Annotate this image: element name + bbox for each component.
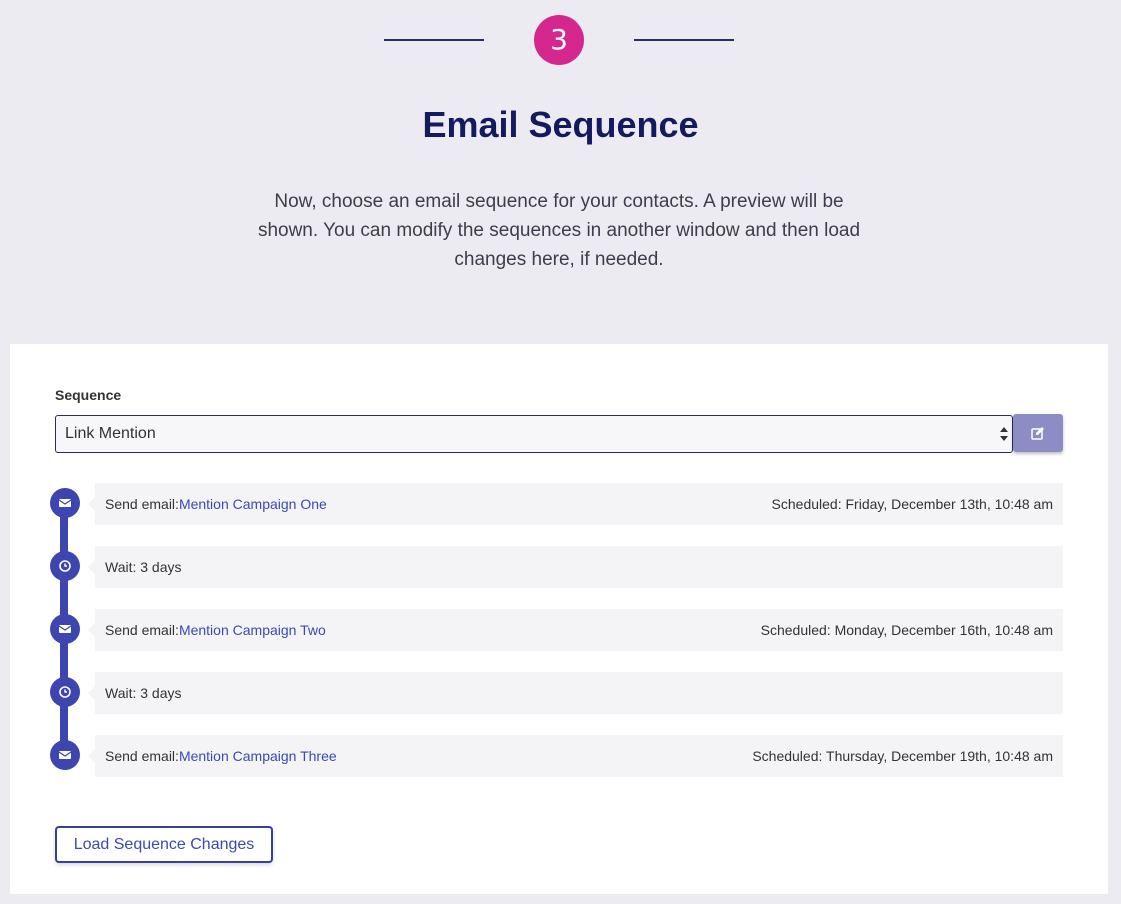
timeline-item: Send email:Mention Campaign Three Schedu… [88,735,1063,777]
step-number-badge: 3 [534,15,584,65]
sequence-select[interactable]: Link Mention [55,415,1013,453]
timeline-node-wait [50,677,80,707]
page-title: Email Sequence [422,104,699,145]
send-email-prefix: Send email: [105,622,179,638]
timeline-node-email [50,740,80,770]
step-header: 3 Email Sequence Now, choose an email se… [0,0,1121,344]
timeline-node-email [50,488,80,518]
campaign-link[interactable]: Mention Campaign Three [179,748,337,764]
load-sequence-changes-button[interactable]: Load Sequence Changes [55,826,273,863]
sequence-label: Sequence [55,387,122,403]
clock-icon [59,686,71,698]
sequence-select-value: Link Mention [65,425,156,442]
envelope-icon [58,499,72,507]
sequence-card: Sequence Link Mention Send email:Mention… [10,344,1108,894]
timeline-item: Send email:Mention Campaign Two Schedule… [88,609,1063,651]
timeline-item-text: Send email:Mention Campaign Two [105,609,326,651]
campaign-link[interactable]: Mention Campaign One [179,496,327,512]
scheduled-text: Scheduled: Thursday, December 19th, 10:4… [752,748,1053,764]
timeline-item: Wait: 3 days [88,672,1063,714]
timeline-item-text: Send email:Mention Campaign One [105,483,327,525]
wait-text: Wait: 3 days [105,559,182,575]
edit-icon [1031,427,1044,440]
step-divider-left [384,39,484,41]
timeline-item-text: Send email:Mention Campaign Three [105,735,337,777]
timeline-node-email [50,614,80,644]
timeline-item: Send email:Mention Campaign One Schedule… [88,483,1063,525]
envelope-icon [58,625,72,633]
scheduled-text: Scheduled: Monday, December 16th, 10:48 … [760,622,1053,638]
wait-text: Wait: 3 days [105,685,182,701]
timeline-item: Wait: 3 days [88,546,1063,588]
send-email-prefix: Send email: [105,748,179,764]
scheduled-text: Scheduled: Friday, December 13th, 10:48 … [771,496,1053,512]
step-description: Now, choose an email sequence for your c… [257,191,861,270]
timeline-node-wait [50,551,80,581]
campaign-link[interactable]: Mention Campaign Two [179,622,326,638]
clock-icon [59,560,71,572]
send-email-prefix: Send email: [105,496,179,512]
select-arrows-icon [1000,427,1008,441]
envelope-icon [58,751,72,759]
step-divider-right [634,39,734,41]
edit-sequence-button[interactable] [1013,414,1063,452]
